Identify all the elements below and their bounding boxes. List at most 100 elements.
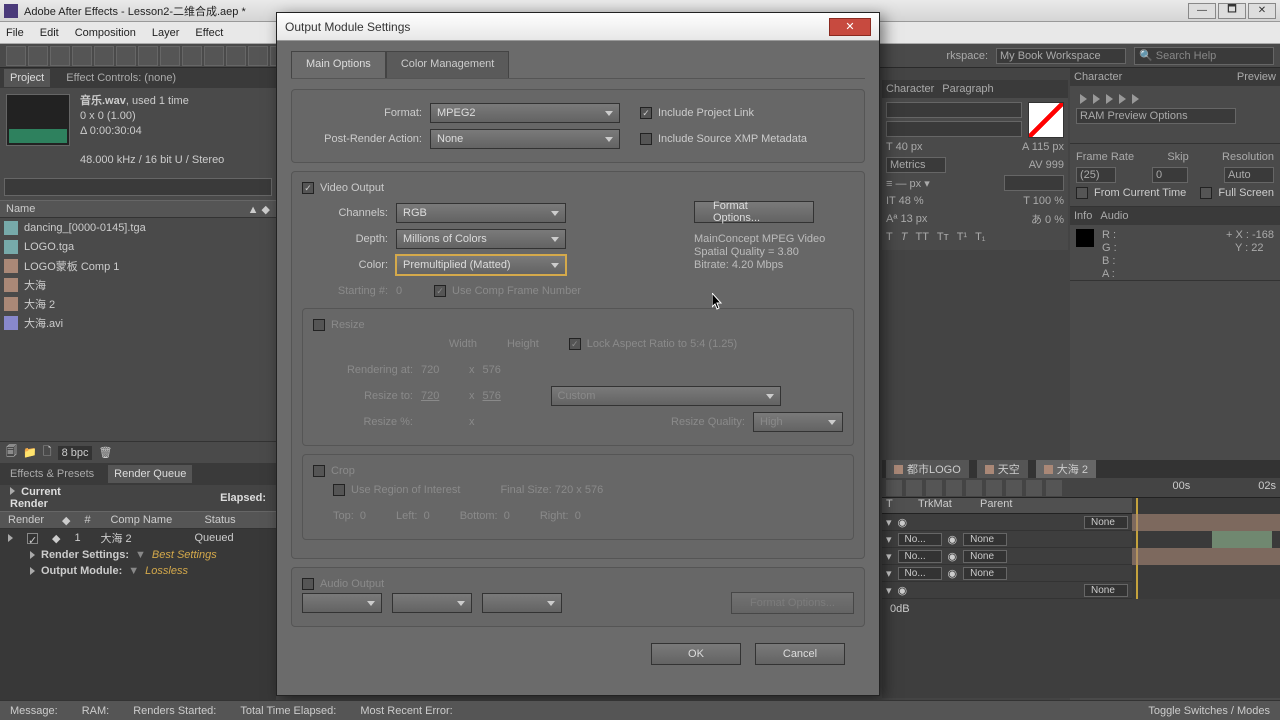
ram-preview-dropdown[interactable]: RAM Preview Options — [1076, 108, 1236, 124]
dialog-titlebar[interactable]: Output Module Settings ✕ — [277, 13, 879, 41]
tab-project[interactable]: Project — [4, 69, 50, 87]
tab-main-options[interactable]: Main Options — [291, 51, 386, 78]
include-xmp-checkbox[interactable] — [640, 133, 652, 145]
tab-info[interactable]: Info — [1074, 210, 1092, 222]
kerning-dropdown[interactable]: Metrics — [886, 157, 946, 173]
comp-new-icon[interactable]: 🗋 — [43, 443, 52, 462]
stamp-tool-icon[interactable] — [226, 46, 246, 66]
font-style-dropdown[interactable] — [886, 121, 1022, 137]
hscale-input[interactable]: 100 % — [1033, 195, 1064, 207]
col-name[interactable]: Name — [6, 203, 35, 215]
timeline-tab[interactable]: 都市LOGO — [886, 460, 969, 478]
selection-tool-icon[interactable] — [6, 46, 26, 66]
subscript-icon[interactable]: T₁ — [975, 231, 985, 243]
baseline-input[interactable]: 13 px — [900, 213, 927, 225]
format-dropdown[interactable]: MPEG2 — [430, 103, 620, 123]
audio-output-checkbox[interactable] — [302, 578, 314, 590]
tl-tool-icon[interactable] — [986, 480, 1002, 496]
list-item[interactable]: LOGO.tga — [0, 237, 276, 256]
ok-button[interactable]: OK — [651, 643, 741, 665]
tl-tool-icon[interactable] — [1026, 480, 1042, 496]
render-settings-link[interactable]: Best Settings — [152, 549, 217, 561]
menu-composition[interactable]: Composition — [75, 27, 136, 39]
tab-effects-presets[interactable]: Effects & Presets — [4, 465, 100, 483]
tl-tool-icon[interactable] — [1006, 480, 1022, 496]
interpret-icon[interactable]: 🗐 — [6, 443, 17, 462]
tl-tool-icon[interactable] — [926, 480, 942, 496]
tab-color-management[interactable]: Color Management — [386, 51, 510, 78]
bold-icon[interactable]: T — [886, 231, 893, 243]
menu-edit[interactable]: Edit — [40, 27, 59, 39]
search-help-input[interactable]: 🔍 Search Help — [1134, 47, 1274, 65]
timeline-layer[interactable]: ▾◉None — [882, 582, 1132, 599]
maximize-button[interactable]: 🗖 — [1218, 3, 1246, 19]
disclosure-icon[interactable] — [10, 487, 15, 495]
menu-effect[interactable]: Effect — [195, 27, 223, 39]
post-render-dropdown[interactable]: None — [430, 129, 620, 149]
text-tool-icon[interactable] — [182, 46, 202, 66]
timeline-tab[interactable]: 大海 2 — [1036, 460, 1096, 478]
toggle-switches-button[interactable]: Toggle Switches / Modes — [1148, 705, 1270, 717]
trash-icon[interactable]: 🗑 — [98, 446, 112, 459]
brush-tool-icon[interactable] — [204, 46, 224, 66]
render-item-row[interactable]: ✓ ◆ 1 大海 2 Queued — [0, 529, 276, 547]
list-item[interactable]: dancing_[0000-0145].tga — [0, 218, 276, 237]
vscale-input[interactable]: 48 % — [899, 195, 924, 207]
tab-character[interactable]: Character — [1074, 71, 1122, 83]
framerate-dropdown[interactable]: (25) — [1076, 167, 1116, 183]
hand-tool-icon[interactable] — [28, 46, 48, 66]
fs-checkbox[interactable] — [1200, 187, 1212, 199]
timeline-layer[interactable]: ▾No...◉None — [882, 565, 1132, 582]
leading-input[interactable]: 115 px — [1032, 141, 1064, 153]
rotate-tool-icon[interactable] — [72, 46, 92, 66]
crop-checkbox[interactable] — [313, 465, 325, 477]
video-output-checkbox[interactable]: ✓ — [302, 182, 314, 194]
fct-checkbox[interactable] — [1076, 187, 1088, 199]
tab-render-queue[interactable]: Render Queue — [108, 465, 192, 483]
skip-dropdown[interactable]: 0 — [1152, 167, 1188, 183]
tl-tool-icon[interactable] — [906, 480, 922, 496]
list-item[interactable]: 大海.avi — [0, 313, 276, 332]
camera-tool-icon[interactable] — [94, 46, 114, 66]
pen-tool-icon[interactable] — [160, 46, 180, 66]
timeline-layer[interactable]: ▾◉None — [882, 514, 1132, 531]
list-item[interactable]: 大海 — [0, 275, 276, 294]
close-button[interactable]: ✕ — [1248, 3, 1276, 19]
output-module-link[interactable]: Lossless — [145, 565, 188, 577]
menu-layer[interactable]: Layer — [152, 27, 180, 39]
tab-paragraph[interactable]: Paragraph — [942, 83, 993, 95]
menu-file[interactable]: File — [6, 27, 24, 39]
first-frame-icon[interactable] — [1080, 94, 1087, 104]
resize-checkbox[interactable] — [313, 319, 325, 331]
fill-stroke-swatch[interactable] — [1028, 102, 1064, 138]
bpc-indicator[interactable]: 8 bpc — [58, 446, 93, 460]
tl-tool-icon[interactable] — [966, 480, 982, 496]
workspace-dropdown[interactable]: My Book Workspace — [996, 48, 1126, 64]
include-link-checkbox[interactable]: ✓ — [640, 107, 652, 119]
font-family-dropdown[interactable] — [886, 102, 1022, 118]
smallcaps-icon[interactable]: Tᴛ — [937, 231, 949, 243]
tab-preview[interactable]: Preview — [1237, 71, 1276, 83]
dialog-close-button[interactable]: ✕ — [829, 18, 871, 36]
italic-icon[interactable]: T — [901, 231, 908, 243]
tab-character[interactable]: Character — [886, 83, 934, 95]
disclosure-icon[interactable] — [30, 567, 35, 575]
next-frame-icon[interactable] — [1119, 94, 1126, 104]
format-options-button[interactable]: Format Options... — [694, 201, 814, 223]
tracking-input[interactable]: 999 — [1046, 159, 1064, 171]
disclosure-icon[interactable] — [8, 534, 13, 542]
folder-icon[interactable]: 📁 — [23, 446, 37, 459]
minimize-button[interactable]: — — [1188, 3, 1216, 19]
superscript-icon[interactable]: T¹ — [957, 231, 967, 243]
cancel-button[interactable]: Cancel — [755, 643, 845, 665]
anchor-tool-icon[interactable] — [116, 46, 136, 66]
list-item[interactable]: LOGO蒙板 Comp 1 — [0, 256, 276, 275]
prev-frame-icon[interactable] — [1093, 94, 1100, 104]
tab-audio[interactable]: Audio — [1100, 210, 1128, 222]
render-checkbox[interactable]: ✓ — [27, 533, 38, 544]
stroke-dropdown[interactable] — [1004, 175, 1064, 191]
last-frame-icon[interactable] — [1132, 94, 1139, 104]
tab-effect-controls[interactable]: Effect Controls: (none) — [60, 69, 182, 87]
timeline-layer[interactable]: ▾No...◉None — [882, 531, 1132, 548]
mask-tool-icon[interactable] — [138, 46, 158, 66]
